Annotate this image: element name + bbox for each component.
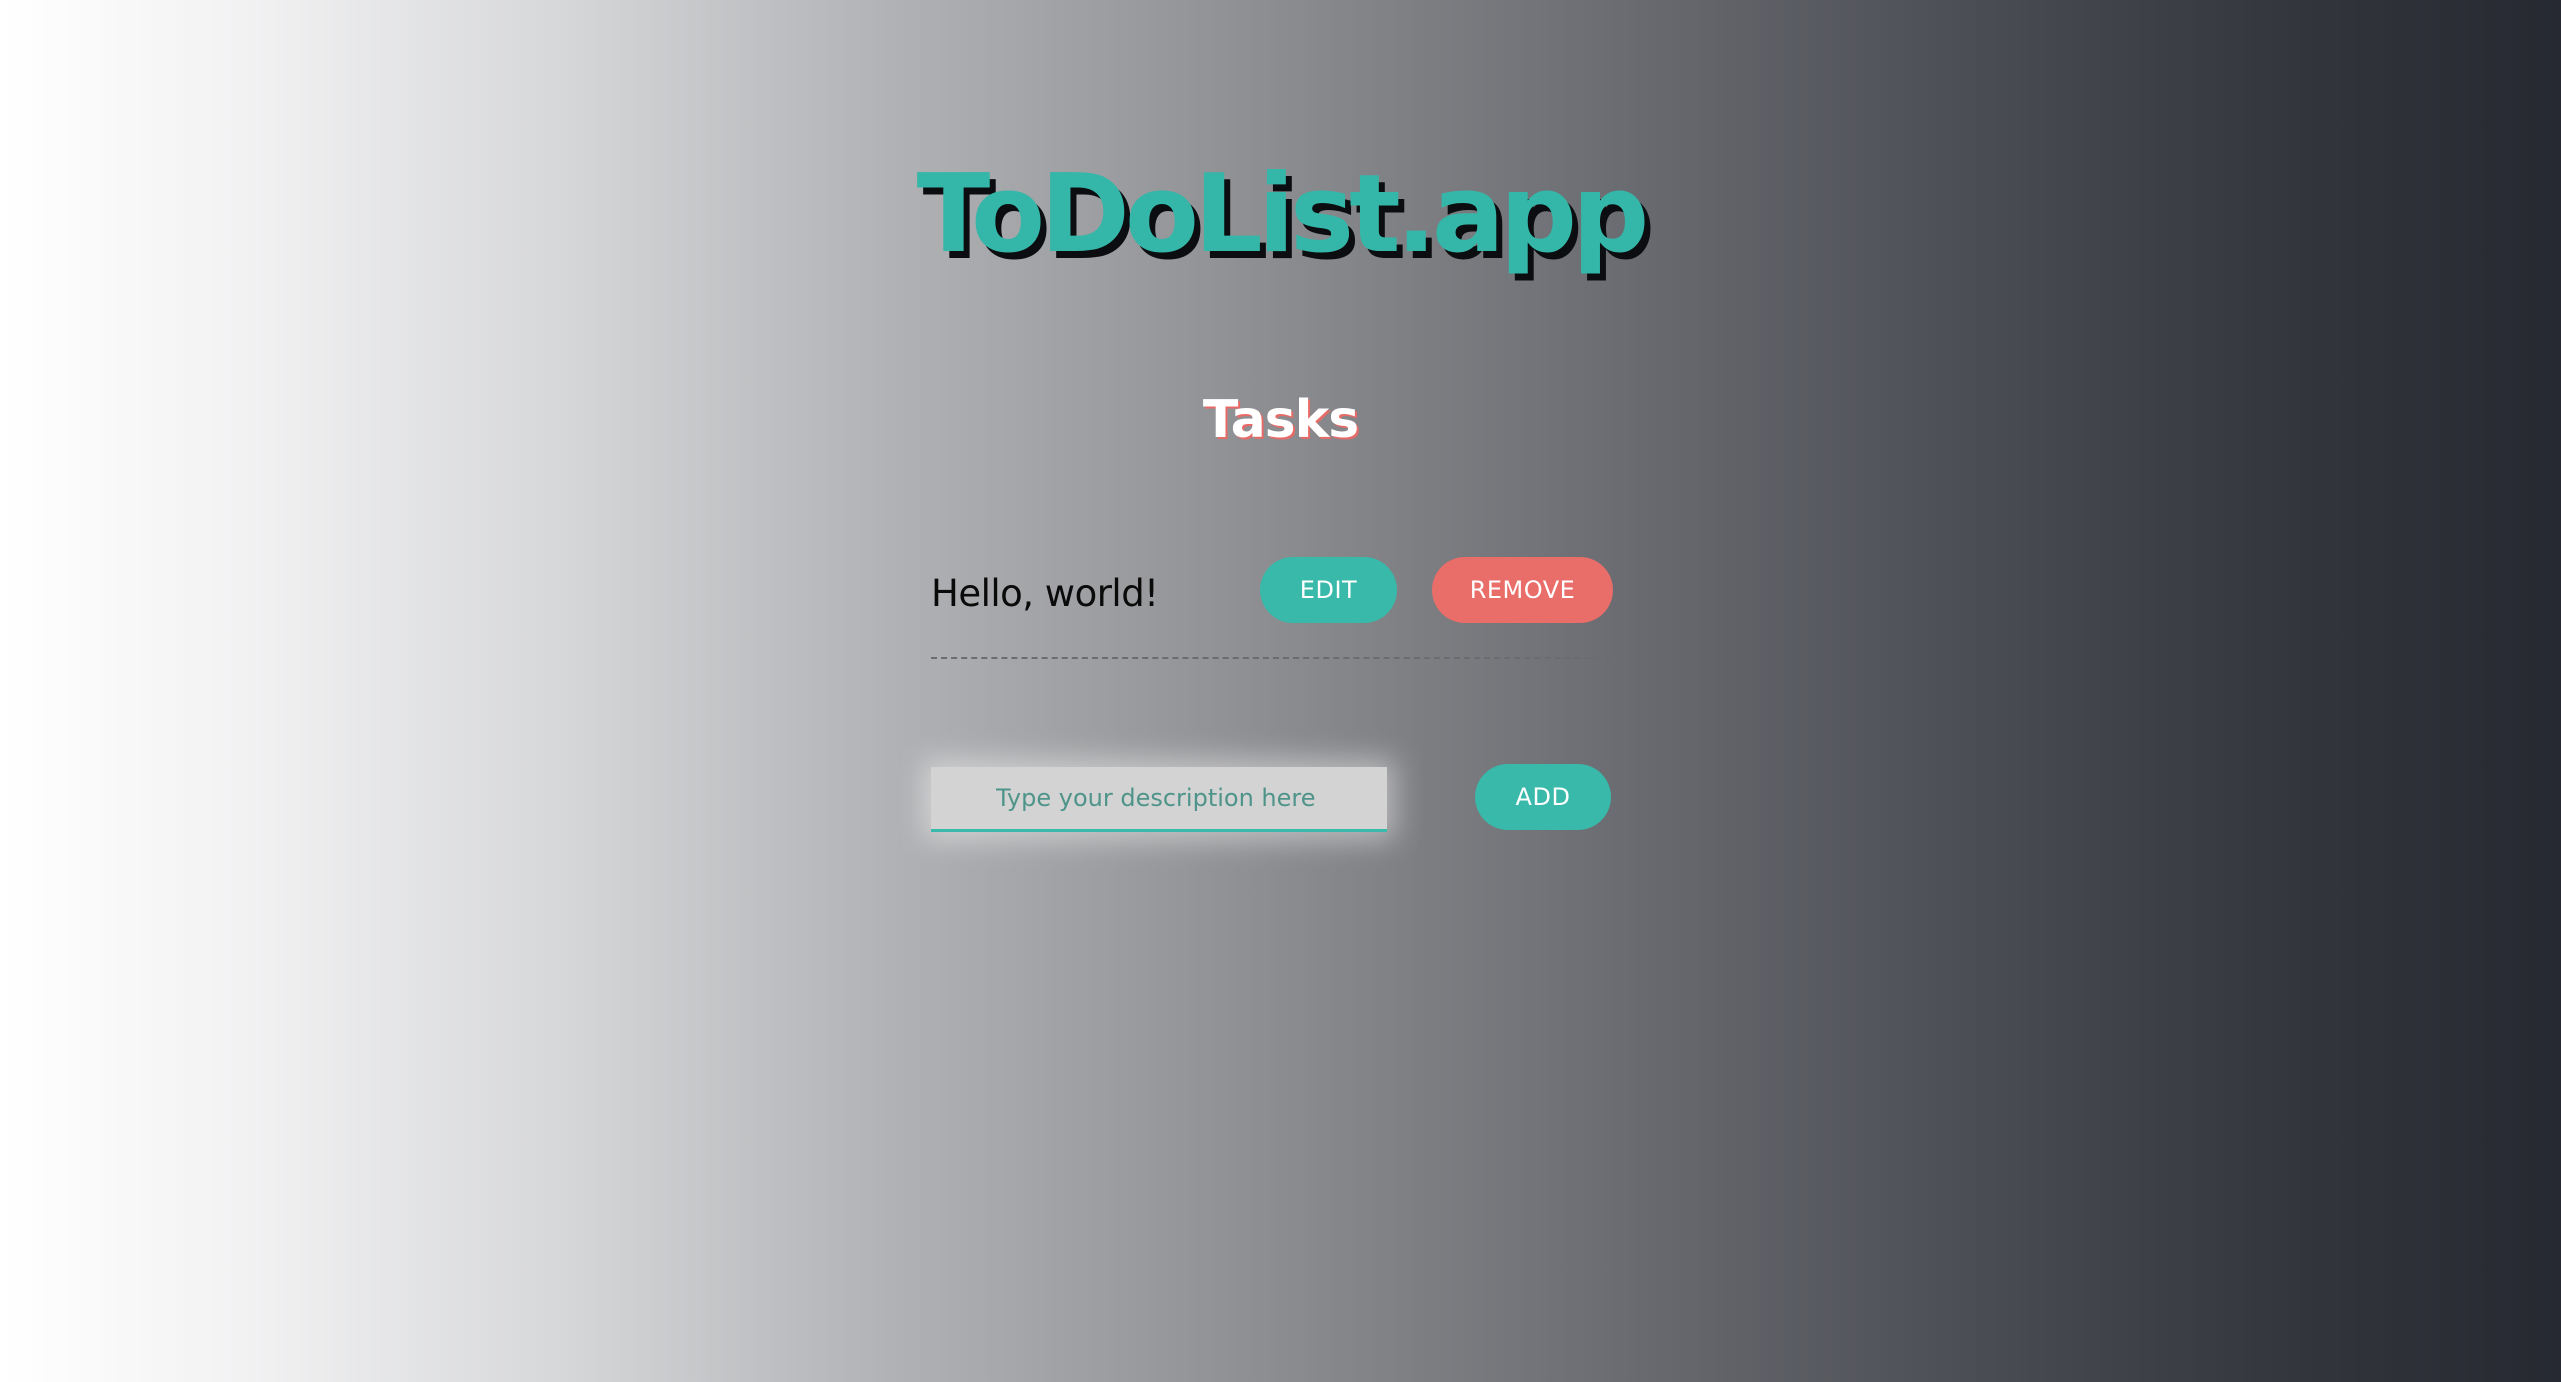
task-divider <box>931 657 1631 659</box>
task-description-input[interactable] <box>931 767 1387 829</box>
add-task-button[interactable]: ADD <box>1475 764 1611 830</box>
task-description: Hello, world! <box>931 572 1159 615</box>
edit-task-button[interactable]: EDIT <box>1260 557 1397 623</box>
description-input-wrapper <box>931 767 1387 832</box>
task-item: Hello, world! EDIT REMOVE <box>931 553 1631 659</box>
app-title: ToDoList.app <box>916 152 1650 277</box>
remove-task-button[interactable]: REMOVE <box>1432 557 1613 623</box>
tasks-heading: Tasks <box>1202 390 1359 450</box>
